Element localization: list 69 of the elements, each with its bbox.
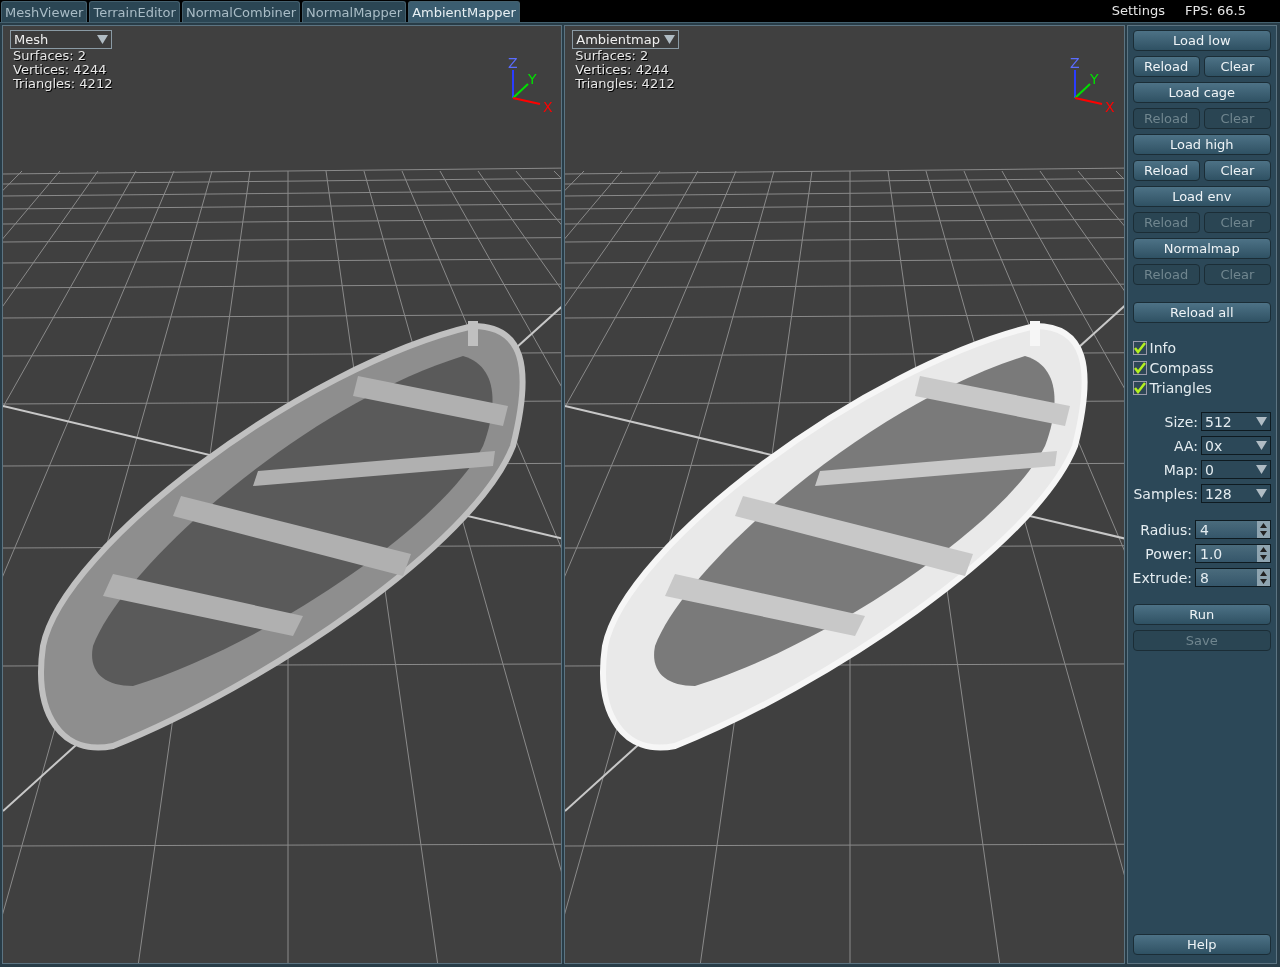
viewport[interactable]: Z Y X Mesh Surfaces: 2 Vertices: 4244 Triangles: 4212 <box>2 25 563 964</box>
select-field[interactable]: 0x <box>1201 436 1271 455</box>
field-label: AA: <box>1174 437 1198 454</box>
panel-button[interactable]: Reload <box>1132 160 1200 181</box>
field-label: Radius: <box>1140 521 1192 538</box>
stepper-icon <box>1257 521 1270 538</box>
field-label: Power: <box>1145 545 1192 562</box>
axis-label: Y <box>1090 71 1099 87</box>
caret-icon <box>663 35 675 44</box>
caret-icon <box>1256 417 1267 426</box>
field-label: Samples: <box>1133 485 1198 502</box>
axis-gizmo-icon <box>512 69 541 105</box>
field-label: Size: <box>1164 413 1198 430</box>
panel-button[interactable]: Load cage <box>1132 82 1271 103</box>
panel-button[interactable]: Clear <box>1203 56 1271 77</box>
checkmark-icon <box>1133 342 1146 354</box>
axis-label: Z <box>1070 55 1080 71</box>
panel-button[interactable]: Normalmap <box>1132 238 1271 259</box>
tab[interactable]: MeshViewer <box>1 1 88 22</box>
axis-label: Y <box>528 71 537 87</box>
panel-button[interactable]: Load low <box>1132 30 1271 51</box>
view-dropdown[interactable]: Ambientmap <box>572 30 679 49</box>
mesh-stat: Surfaces: 2 <box>575 49 650 63</box>
spinner-field[interactable]: 1.0 <box>1195 544 1271 563</box>
panel-button[interactable]: Clear <box>1203 160 1271 181</box>
tab[interactable]: NormalCombiner <box>181 1 301 22</box>
axis-gizmo-icon <box>1074 69 1104 105</box>
checkbox-label: Info <box>1149 340 1177 356</box>
field-label: Extrude: <box>1132 569 1192 586</box>
caret-icon <box>97 35 109 44</box>
mesh-stat: Triangles: 4212 <box>575 77 676 91</box>
checkbox[interactable] <box>1132 341 1147 355</box>
checkmark-icon <box>1133 362 1146 374</box>
field-label: Map: <box>1163 461 1198 478</box>
checkbox[interactable] <box>1132 361 1147 375</box>
tab[interactable]: AmbientMapper <box>408 1 520 22</box>
select-field[interactable]: 128 <box>1201 484 1271 503</box>
help-button[interactable]: Help <box>1132 934 1271 955</box>
settings-link[interactable]: Settings <box>1111 3 1165 18</box>
checkbox[interactable] <box>1132 381 1147 395</box>
caret-icon <box>1256 465 1267 474</box>
select-field[interactable]: 0 <box>1201 460 1271 479</box>
axis-label: X <box>1105 99 1115 115</box>
action-button[interactable]: Run <box>1132 604 1271 625</box>
panel-button[interactable]: Load high <box>1132 134 1271 155</box>
checkmark-icon <box>1133 382 1146 394</box>
checkbox-label: Triangles <box>1149 380 1212 396</box>
mesh-stat: Vertices: 4244 <box>575 63 670 77</box>
caret-icon <box>1256 489 1267 498</box>
fps-counter: FPS: 66.5 <box>1184 3 1246 18</box>
caret-icon <box>1256 441 1267 450</box>
mesh-stat: Vertices: 4244 <box>13 63 108 77</box>
panel-button[interactable]: Reload <box>1132 56 1200 77</box>
panel-button[interactable]: Reload all <box>1132 302 1271 323</box>
view-dropdown[interactable]: Mesh <box>10 30 113 49</box>
stepper-icon <box>1257 569 1270 586</box>
axis-label: Z <box>508 55 518 71</box>
stepper-icon <box>1257 545 1270 562</box>
viewport[interactable]: Z Y X Ambientmap Surfaces: 2 Vertices: 4244 Triangles: 4212 <box>564 25 1125 964</box>
mesh-stat: Triangles: 4212 <box>13 77 113 91</box>
select-field[interactable]: 512 <box>1201 412 1271 431</box>
tab[interactable]: NormalMapper <box>302 1 407 22</box>
mesh-stat: Surfaces: 2 <box>13 49 88 63</box>
spinner-field[interactable]: 4 <box>1195 520 1271 539</box>
checkbox-label: Compass <box>1149 360 1214 376</box>
tab[interactable]: TerrainEditor <box>89 1 180 22</box>
spinner-field[interactable]: 8 <box>1195 568 1271 587</box>
axis-label: X <box>543 99 553 115</box>
panel-button[interactable]: Load env <box>1132 186 1271 207</box>
